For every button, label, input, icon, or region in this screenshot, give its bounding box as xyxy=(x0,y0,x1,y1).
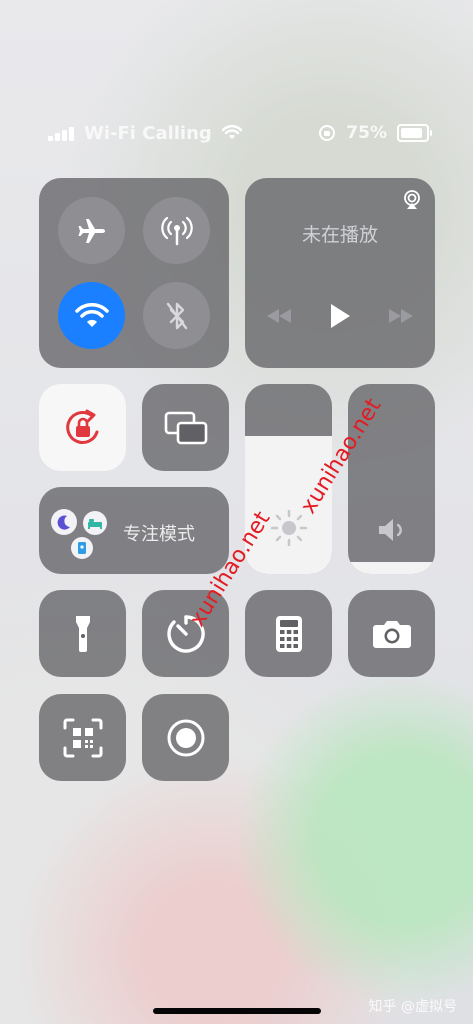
airplay-icon[interactable] xyxy=(402,190,422,210)
moon-icon xyxy=(51,509,77,535)
focus-label: 专注模式 xyxy=(123,524,195,545)
camera-button[interactable] xyxy=(348,590,435,677)
now-playing-panel[interactable]: 未在播放 xyxy=(245,178,435,368)
screen-mirroring-button[interactable] xyxy=(142,384,229,471)
qr-scanner-button[interactable] xyxy=(39,694,126,781)
play-icon[interactable] xyxy=(328,302,352,330)
wifi-toggle-button[interactable] xyxy=(58,282,125,349)
home-indicator[interactable] xyxy=(153,1008,321,1014)
focus-button[interactable]: 专注模式 xyxy=(39,487,229,574)
cellular-data-button[interactable] xyxy=(143,197,210,264)
id-card-icon xyxy=(71,537,93,559)
sun-icon xyxy=(270,509,308,547)
calculator-icon xyxy=(275,615,302,652)
airplane-icon xyxy=(78,218,105,243)
record-icon xyxy=(167,719,204,756)
airplane-mode-button[interactable] xyxy=(58,197,125,264)
camera-icon xyxy=(372,620,411,648)
status-bar: Wi-Fi Calling 75% xyxy=(48,120,432,146)
speaker-icon xyxy=(379,519,402,541)
antenna-icon xyxy=(160,216,193,245)
battery-icon xyxy=(397,124,432,142)
fast-forward-icon[interactable] xyxy=(387,307,415,325)
rotation-lock-button[interactable] xyxy=(39,384,126,471)
orientation-lock-status-icon xyxy=(318,124,336,142)
flashlight-button[interactable] xyxy=(39,590,126,677)
battery-percent: 75% xyxy=(346,123,387,143)
wifi-icon xyxy=(74,302,109,327)
bluetooth-icon xyxy=(166,302,187,329)
flashlight-icon xyxy=(75,615,90,652)
now-playing-title: 未在播放 xyxy=(301,224,378,246)
zhihu-credit: 知乎 @虚拟号 xyxy=(368,999,457,1015)
qr-code-icon xyxy=(63,718,102,757)
calculator-button[interactable] xyxy=(245,590,332,677)
carrier-label: Wi-Fi Calling xyxy=(84,122,212,144)
bed-icon xyxy=(83,511,107,535)
signal-icon xyxy=(48,125,74,141)
connectivity-panel xyxy=(39,178,229,368)
screen-recording-button[interactable] xyxy=(142,694,229,781)
screen-mirroring-icon xyxy=(164,411,207,444)
wifi-status-icon xyxy=(221,125,242,141)
rewind-icon[interactable] xyxy=(265,307,293,325)
bluetooth-toggle-button[interactable] xyxy=(143,282,210,349)
rotation-lock-icon xyxy=(65,409,98,444)
